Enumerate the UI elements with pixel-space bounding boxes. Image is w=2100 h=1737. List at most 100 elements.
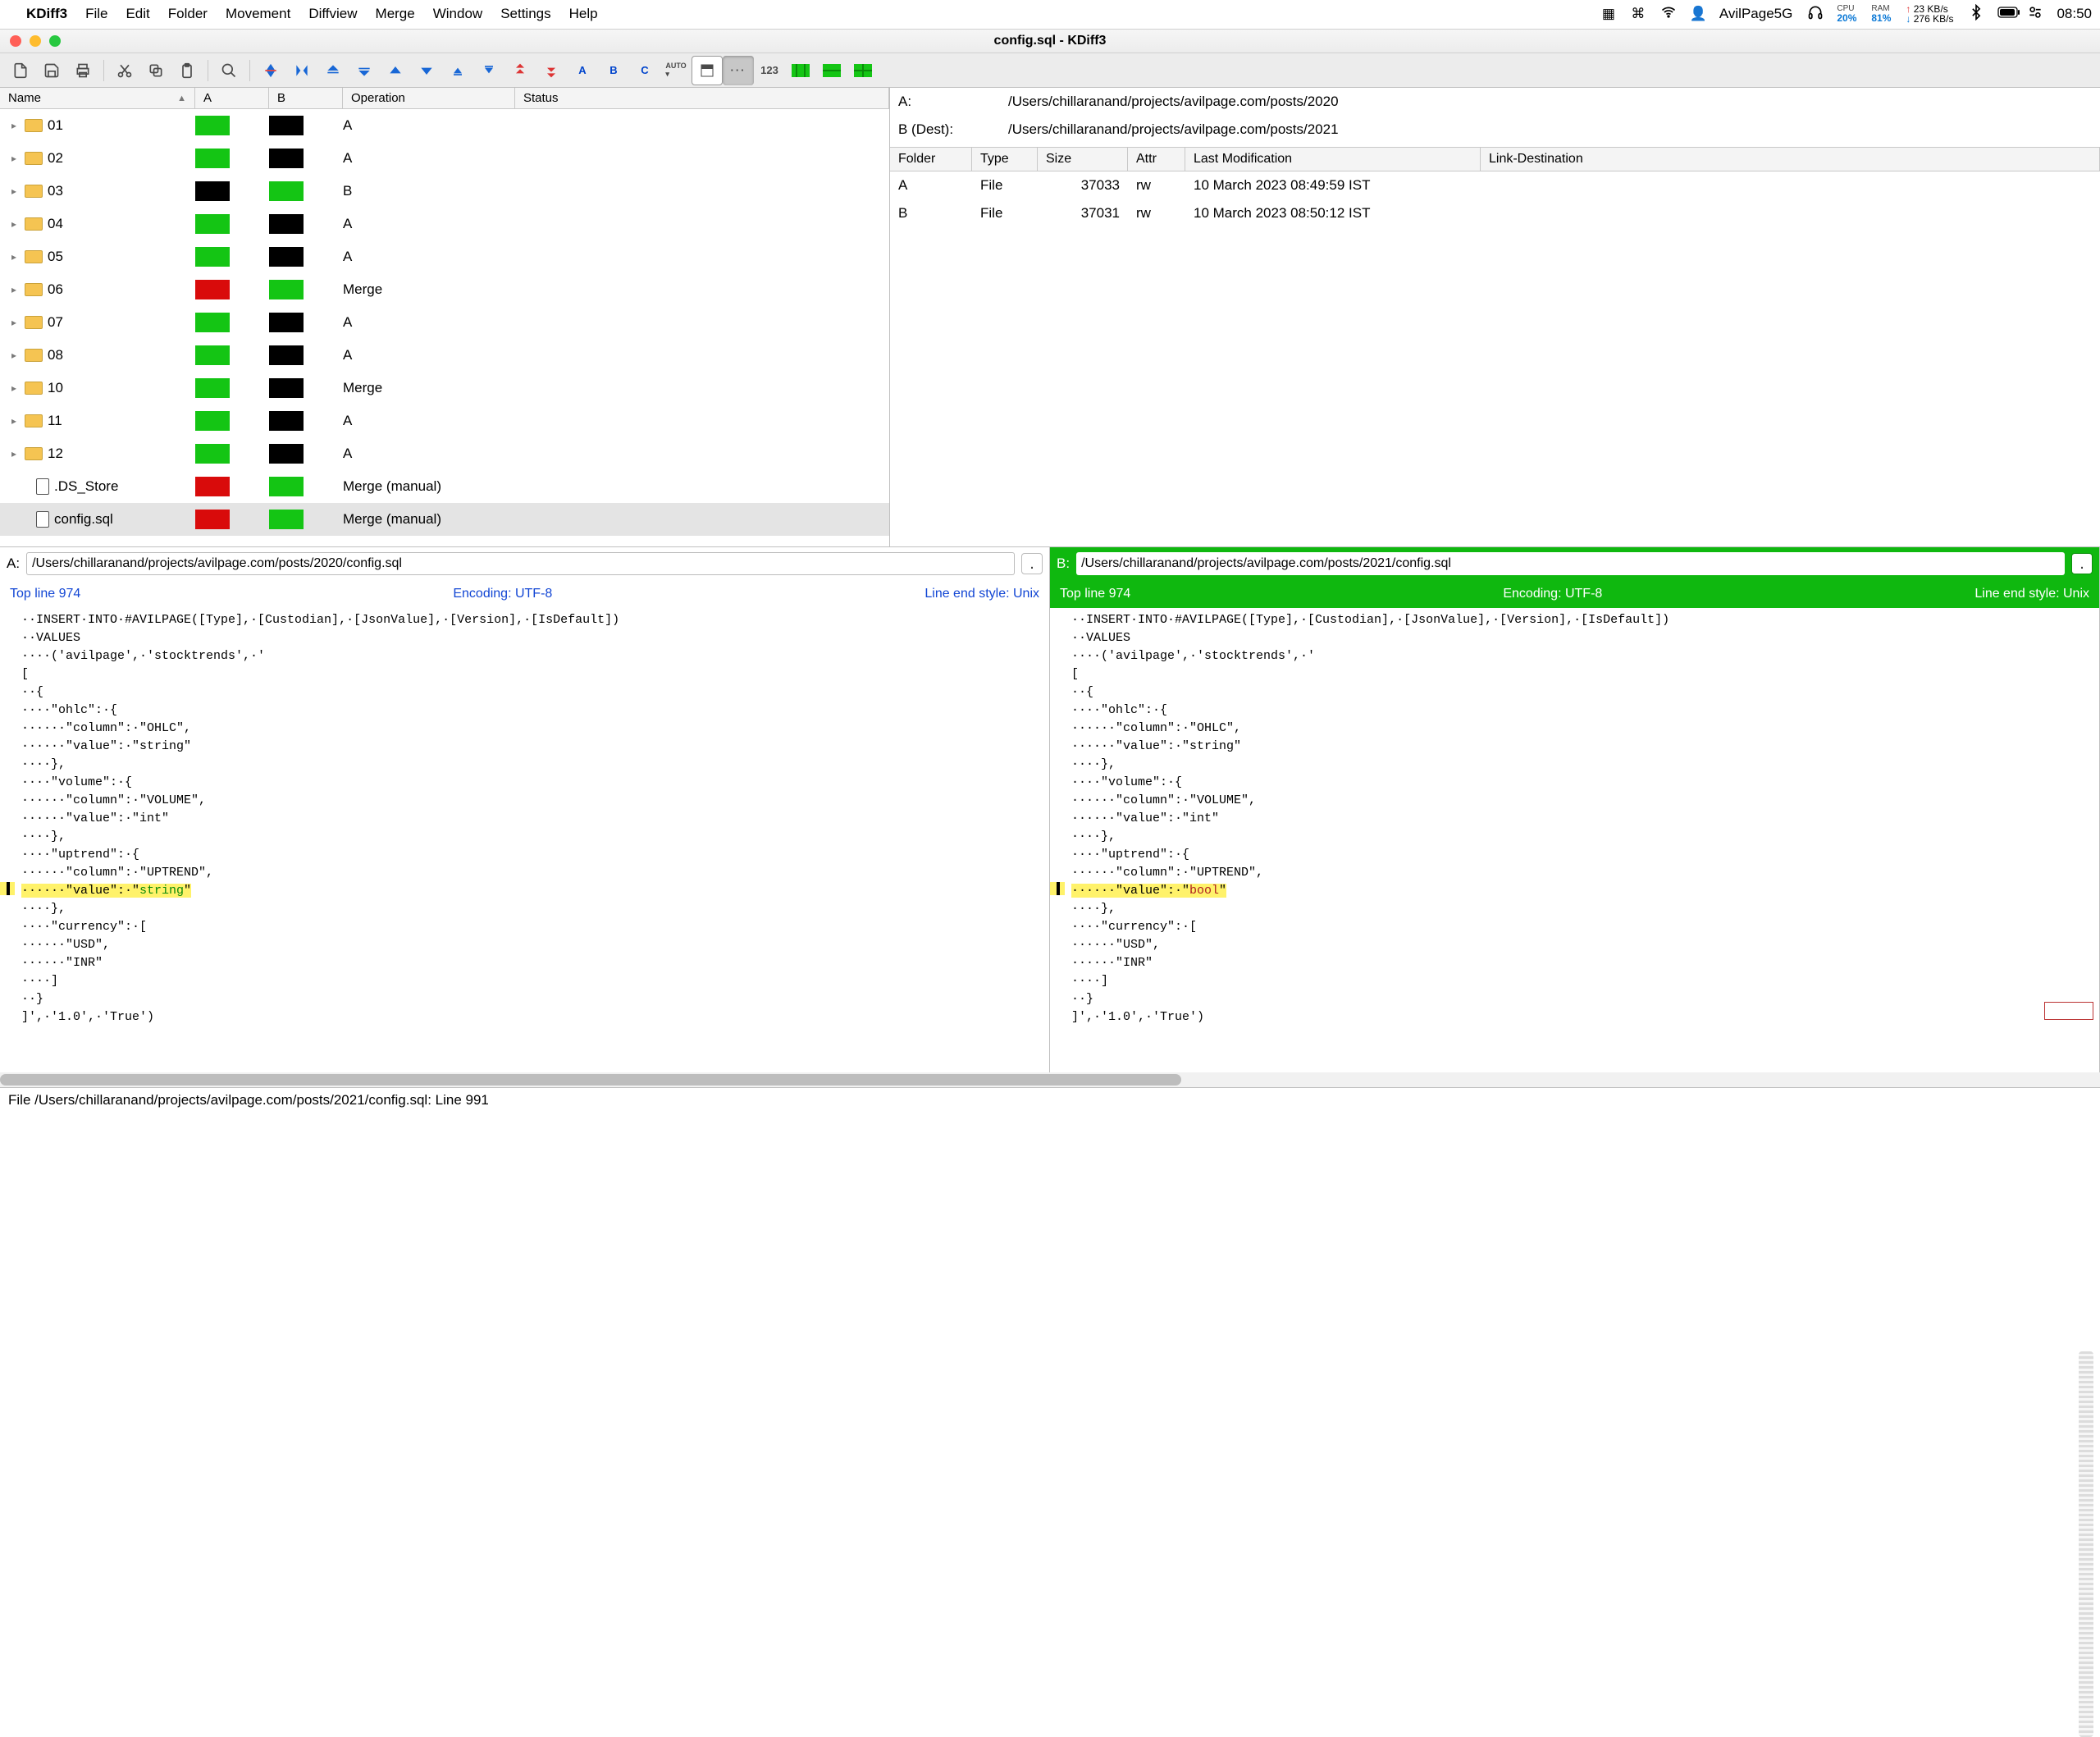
tree-row[interactable]: ▸11A xyxy=(0,405,889,437)
menubar-clock[interactable]: 08:50 xyxy=(2057,6,2092,22)
tree-row-name: .DS_Store xyxy=(54,478,118,495)
nav-up-icon[interactable] xyxy=(380,56,411,85)
auto-merge-icon[interactable]: AUTO▾ xyxy=(660,56,692,85)
prop-row[interactable]: BFile37031rw10 March 2023 08:50:12 IST xyxy=(890,199,2100,227)
overview-scrollbar[interactable] xyxy=(2079,1351,2093,1737)
diff-b-browse-button[interactable]: . xyxy=(2071,553,2093,574)
menu-edit[interactable]: Edit xyxy=(126,6,149,22)
nav-double-down-icon[interactable] xyxy=(349,56,380,85)
menu-help[interactable]: Help xyxy=(569,6,598,22)
tree-row[interactable]: ▸02A xyxy=(0,142,889,175)
bluetooth-icon[interactable] xyxy=(1968,4,1983,25)
horizontal-scrollbar[interactable] xyxy=(0,1072,2100,1087)
merge-up-icon[interactable] xyxy=(504,56,536,85)
prop-hdr-size[interactable]: Size xyxy=(1038,148,1128,171)
nav-cross-icon[interactable] xyxy=(286,56,317,85)
select-b-button[interactable]: B xyxy=(598,56,629,85)
merge-down-icon[interactable] xyxy=(536,56,567,85)
prop-hdr-attr[interactable]: Attr xyxy=(1128,148,1185,171)
print-icon[interactable] xyxy=(67,56,98,85)
prop-hdr-type[interactable]: Type xyxy=(972,148,1038,171)
diff-a-browse-button[interactable]: . xyxy=(1021,553,1043,574)
menu-window[interactable]: Window xyxy=(433,6,482,22)
diff-b-eol: Line end style: Unix xyxy=(1974,587,2089,601)
menu-movement[interactable]: Movement xyxy=(226,6,290,22)
network-meter[interactable]: ↑ 23 KB/s ↓ 276 KB/s xyxy=(1906,4,1953,24)
main-toolbar: A B C AUTO▾ ··· 123 xyxy=(0,53,2100,88)
menu-settings[interactable]: Settings xyxy=(500,6,550,22)
overview-minimap[interactable] xyxy=(2044,1002,2093,1020)
command-icon[interactable]: ⌘ xyxy=(1631,6,1646,22)
select-c-button[interactable]: C xyxy=(629,56,660,85)
tree-row[interactable]: ▸12A xyxy=(0,437,889,470)
wifi-icon[interactable] xyxy=(1660,4,1675,25)
folder-icon xyxy=(25,447,43,460)
headphones-icon[interactable] xyxy=(1807,4,1822,25)
tree-row[interactable]: ▸05A xyxy=(0,240,889,273)
prop-row[interactable]: AFile37033rw10 March 2023 08:49:59 IST xyxy=(890,171,2100,199)
menu-diffview[interactable]: Diffview xyxy=(308,6,357,22)
battery-icon[interactable] xyxy=(1997,6,2012,22)
tree-row[interactable]: .DS_StoreMerge (manual) xyxy=(0,470,889,503)
tree-header-status[interactable]: Status xyxy=(515,88,889,108)
menu-file[interactable]: File xyxy=(85,6,107,22)
split-toggle-icon[interactable] xyxy=(692,56,723,85)
tree-row[interactable]: ▸01A xyxy=(0,109,889,142)
copy-icon[interactable] xyxy=(140,56,171,85)
nav-double-up-icon[interactable] xyxy=(317,56,349,85)
cpu-meter[interactable]: CPU 20% xyxy=(1837,5,1856,23)
prop-a-label: A: xyxy=(898,94,988,110)
paste-icon[interactable] xyxy=(171,56,203,85)
tree-row[interactable]: ▸04A xyxy=(0,208,889,240)
account-icon[interactable]: 👤 xyxy=(1690,6,1705,22)
tree-row-name: 01 xyxy=(48,117,63,134)
tree-row[interactable]: ▸07A xyxy=(0,306,889,339)
line-numbers-icon[interactable]: 123 xyxy=(754,56,785,85)
tree-row[interactable]: ▸08A xyxy=(0,339,889,372)
app-name[interactable]: KDiff3 xyxy=(26,6,67,22)
diff-b-source[interactable]: ··INSERT·INTO·#AVILPAGE([Type],·[Custodi… xyxy=(1065,608,2099,1072)
window-zoom-button[interactable] xyxy=(49,35,61,47)
window-minimize-button[interactable] xyxy=(30,35,41,47)
tree-row-name: config.sql xyxy=(54,511,113,528)
cut-icon[interactable] xyxy=(109,56,140,85)
tree-header-a[interactable]: A xyxy=(195,88,269,108)
prop-hdr-folder[interactable]: Folder xyxy=(890,148,972,171)
tree-header-b[interactable]: B xyxy=(269,88,343,108)
nav-up-small-icon[interactable] xyxy=(442,56,473,85)
nav-center-icon[interactable] xyxy=(255,56,286,85)
tree-row[interactable]: config.sqlMerge (manual) xyxy=(0,503,889,536)
stage-manager-icon[interactable]: ▦ xyxy=(1601,6,1616,22)
open-icon[interactable] xyxy=(5,56,36,85)
tree-header-operation[interactable]: Operation xyxy=(343,88,515,108)
nav-down-icon[interactable] xyxy=(411,56,442,85)
search-icon[interactable] xyxy=(213,56,244,85)
ram-meter[interactable]: RAM 81% xyxy=(1871,5,1891,23)
tree-header-name[interactable]: Name▲ xyxy=(0,88,195,108)
layout-1-icon[interactable] xyxy=(785,56,816,85)
tree-row-op: A xyxy=(343,306,515,339)
window-title: config.sql - KDiff3 xyxy=(994,34,1107,48)
whitespace-icon[interactable]: ··· xyxy=(723,56,754,85)
diff-b-path-input[interactable] xyxy=(1076,552,2065,575)
tree-row[interactable]: ▸03B xyxy=(0,175,889,208)
tree-row[interactable]: ▸06Merge xyxy=(0,273,889,306)
menu-folder[interactable]: Folder xyxy=(168,6,208,22)
layout-2-icon[interactable] xyxy=(816,56,847,85)
window-close-button[interactable] xyxy=(10,35,21,47)
prop-hdr-lastmod[interactable]: Last Modification xyxy=(1185,148,1481,171)
prop-hdr-linkdest[interactable]: Link-Destination xyxy=(1481,148,2100,171)
save-icon[interactable] xyxy=(36,56,67,85)
nav-down-small-icon[interactable] xyxy=(473,56,504,85)
diff-b-encoding: Encoding: UTF-8 xyxy=(1503,587,1602,601)
prop-b-path: /Users/chillaranand/projects/avilpage.co… xyxy=(1008,121,1339,138)
menu-merge[interactable]: Merge xyxy=(376,6,415,22)
diff-a-source[interactable]: ··INSERT·INTO·#AVILPAGE([Type],·[Custodi… xyxy=(15,608,1049,1072)
select-a-button[interactable]: A xyxy=(567,56,598,85)
control-center-icon[interactable] xyxy=(2027,4,2042,25)
layout-3-icon[interactable] xyxy=(847,56,879,85)
directory-tree[interactable]: Name▲ A B Operation Status ▸01A▸02A▸03B▸… xyxy=(0,88,890,546)
wifi-name[interactable]: AvilPage5G xyxy=(1719,6,1792,22)
tree-row[interactable]: ▸10Merge xyxy=(0,372,889,405)
diff-a-path-input[interactable] xyxy=(26,552,1015,575)
